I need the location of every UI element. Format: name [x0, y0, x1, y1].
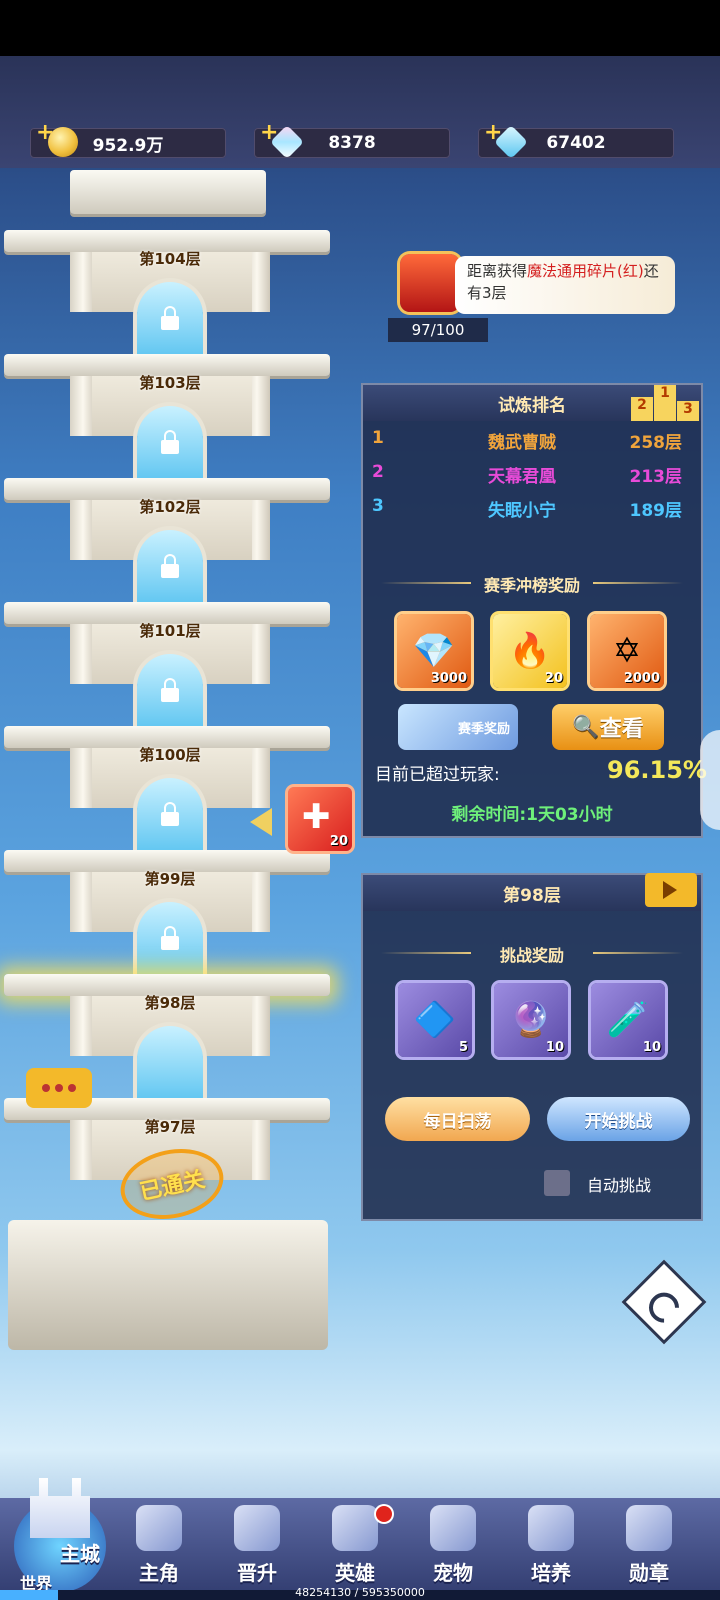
season-rewards-title: 赛季冲榜奖励 — [361, 572, 703, 596]
crystal-resource[interactable]: + 8378 — [254, 120, 450, 159]
season-rewards-button[interactable]: 赛季奖励 — [398, 704, 518, 750]
treasure-chest-icon[interactable] — [400, 254, 460, 312]
city-world-button[interactable]: 主城 世界 — [8, 1478, 116, 1593]
floor-label: 第99层 — [144, 870, 196, 888]
podium-icon: 2 1 3 — [631, 371, 699, 421]
view-button[interactable]: 🔍 查看 — [552, 704, 664, 750]
auto-challenge-label: 自动挑战 — [587, 1176, 652, 1195]
hero-helmet-icon — [332, 1505, 378, 1551]
floor-label: 第100层 — [139, 746, 201, 764]
exp-text: 48254130 / 595350000 — [295, 1586, 425, 1599]
tower-base — [8, 1220, 328, 1350]
side-menu-button[interactable] — [621, 1259, 707, 1345]
status-bar — [0, 0, 720, 56]
pet-icon — [430, 1505, 476, 1551]
floating-assist-icon[interactable] — [700, 730, 720, 830]
tower-floor[interactable]: 第100层 — [0, 678, 340, 858]
ranking-row[interactable]: 1 魏武曹贼 258层 — [372, 428, 682, 453]
daily-sweep-button[interactable]: 每日扫荡 — [385, 1097, 530, 1141]
challenge-reward-3[interactable]: 🧪 10 — [591, 983, 665, 1057]
nav-item-4[interactable]: 宠物 — [408, 1505, 498, 1595]
nav-item-2[interactable]: 晋升 — [212, 1505, 302, 1595]
tower-floor[interactable]: 第102层 — [0, 430, 340, 610]
floor-label: 第97层 — [144, 1118, 196, 1136]
challenge-reward-1[interactable]: 🔷 5 — [398, 983, 472, 1057]
tower-floor[interactable]: 第103层 — [0, 306, 340, 486]
diamond-value: 67402 — [546, 133, 606, 153]
remaining-time: 剩余时间:1天03小时 — [451, 805, 613, 825]
swirl-icon — [642, 1286, 686, 1329]
gold-resource[interactable]: + 952.9万 — [30, 120, 226, 158]
cultivate-icon — [528, 1505, 574, 1551]
crystal-value: 8378 — [328, 133, 376, 153]
hero-icon — [136, 1505, 182, 1551]
tower-floor[interactable]: 第98层 — [0, 926, 340, 1106]
hero-notification-dot — [376, 1506, 392, 1522]
nav-item-6[interactable]: 勋章 — [604, 1505, 694, 1595]
nav-item-5[interactable]: 培养 — [506, 1505, 596, 1595]
season-reward-2[interactable]: 🔥 20 — [493, 614, 567, 688]
floor-label: 第104层 — [139, 250, 201, 268]
auto-challenge-checkbox[interactable] — [544, 1170, 570, 1196]
start-challenge-button[interactable]: 开始挑战 — [547, 1097, 690, 1141]
floor-label: 第98层 — [144, 994, 196, 1012]
challenge-rewards-title: 挑战奖励 — [361, 942, 703, 966]
tower-floor[interactable]: 第101层 — [0, 554, 340, 734]
floor-label: 第102层 — [139, 498, 201, 516]
promote-icon — [234, 1505, 280, 1551]
diamond-resource[interactable]: + 67402 — [478, 120, 674, 159]
reward-pointer-icon — [250, 808, 272, 836]
tower-floor[interactable]: 第104层 — [0, 182, 340, 362]
search-icon: 🔍 — [572, 714, 600, 740]
puzzle-piece-icon: ✚ — [302, 797, 331, 837]
season-reward-1[interactable]: 💎 3000 — [397, 614, 471, 688]
gold-coin-icon — [48, 127, 78, 157]
chat-button[interactable] — [26, 1068, 92, 1108]
nav-item-1[interactable]: 主角 — [114, 1505, 204, 1595]
medal-icon — [626, 1505, 672, 1551]
floor-label: 第101层 — [139, 622, 201, 640]
puzzle-reward-count: 20 — [329, 834, 348, 849]
surpass-label: 目前已超过玩家: — [375, 765, 500, 785]
puzzle-reward[interactable]: ✚ 20 — [288, 787, 352, 851]
chest-progress: 97/100 — [388, 318, 488, 342]
challenge-reward-2[interactable]: 🔮 10 — [494, 983, 568, 1057]
ranking-row[interactable]: 2 天幕君凰 213层 — [372, 462, 682, 487]
video-replay-icon[interactable] — [645, 873, 697, 907]
ranking-row[interactable]: 3 失眠小宁 189层 — [372, 496, 682, 521]
floor-label: 第103层 — [139, 374, 201, 392]
season-reward-3[interactable]: ✡ 2000 — [590, 614, 664, 688]
chest-hint: 距离获得魔法通用碎片(红)还有3层 — [455, 256, 675, 314]
castle-icon — [30, 1478, 90, 1538]
gold-value: 952.9万 — [92, 135, 164, 156]
surpass-percentage: 96.15% — [607, 756, 707, 784]
